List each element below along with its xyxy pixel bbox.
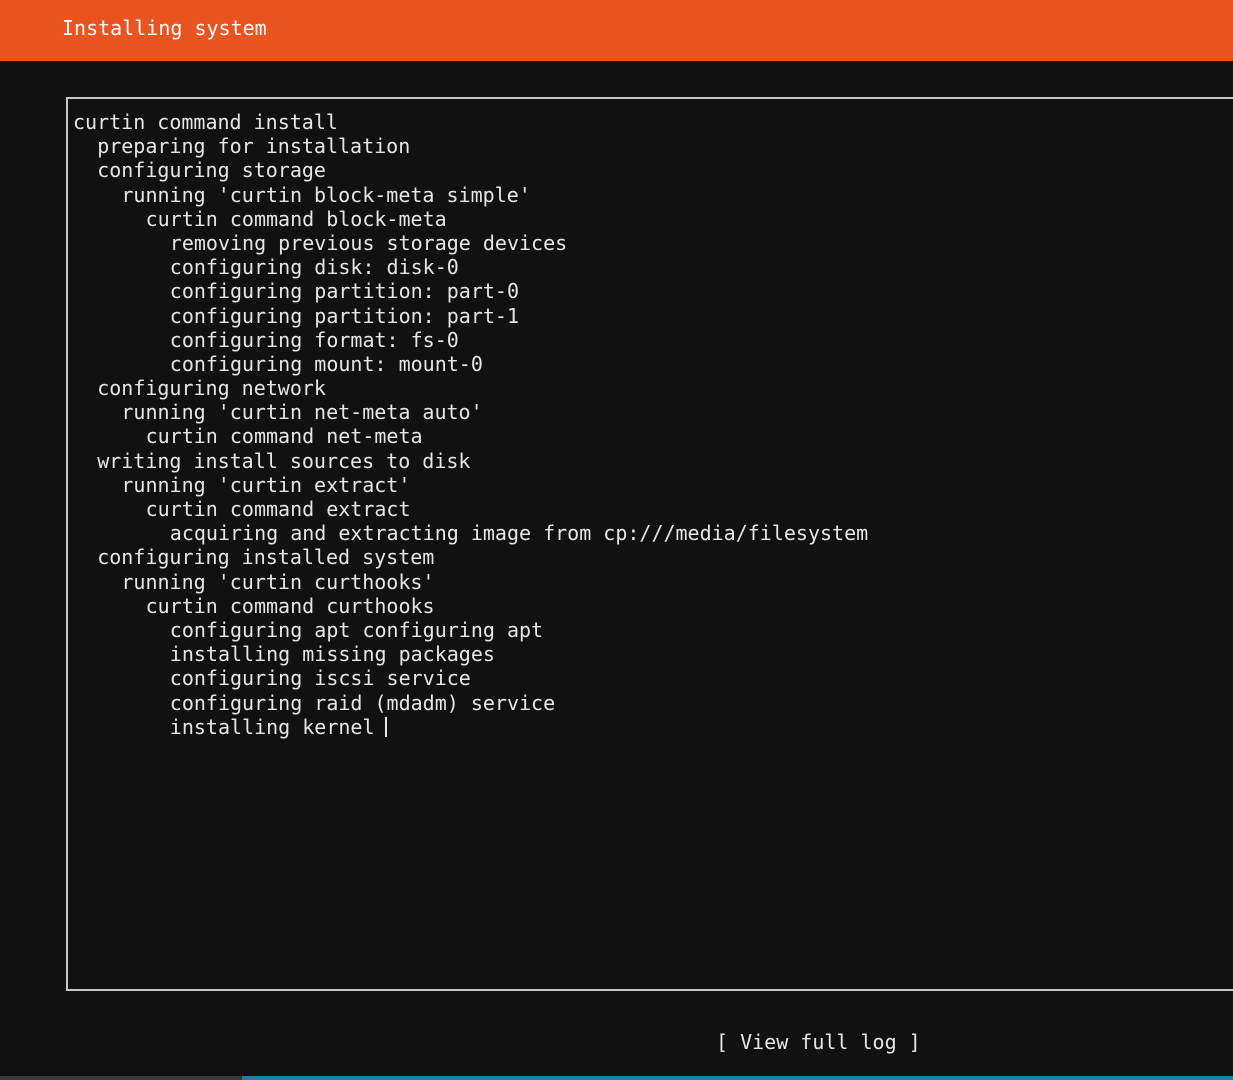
log-line: configuring format: fs-0 xyxy=(73,328,868,352)
log-line: curtin command extract xyxy=(73,497,868,521)
log-line-text: curtin command install xyxy=(73,110,338,134)
log-line: configuring disk: disk-0 xyxy=(73,255,868,279)
log-line: configuring raid (mdadm) service xyxy=(73,691,868,715)
log-line: configuring mount: mount-0 xyxy=(73,352,868,376)
page-title: Installing system xyxy=(62,16,267,40)
log-line-text: configuring storage xyxy=(97,158,326,183)
log-line: configuring iscsi service xyxy=(73,666,868,690)
log-line: writing install sources to disk xyxy=(73,449,868,473)
log-line: curtin command net-meta xyxy=(73,424,868,448)
log-line-text: configuring iscsi service xyxy=(169,666,471,691)
log-line-text: configuring partition: part-1 xyxy=(169,303,519,328)
log-line: preparing for installation xyxy=(73,134,868,158)
log-line-text: curtin command extract xyxy=(145,497,411,521)
log-line: installing missing packages xyxy=(73,642,868,666)
footer-strip-right xyxy=(242,1076,1233,1080)
progress-spinner-icon xyxy=(384,716,387,737)
log-line-text: configuring partition: part-0 xyxy=(169,279,519,304)
log-line: running 'curtin block-meta simple' xyxy=(73,183,868,207)
log-line: curtin command install xyxy=(73,110,868,134)
log-line: running 'curtin curthooks' xyxy=(73,570,868,594)
log-line: configuring partition: part-0 xyxy=(73,279,868,303)
install-log-list: curtin command install preparing for inst… xyxy=(73,110,868,739)
log-line-text: curtin command net-meta xyxy=(145,424,423,449)
log-line-text: configuring raid (mdadm) service xyxy=(169,690,556,715)
log-line-text: installing kernel xyxy=(169,714,375,739)
log-line-text: acquiring and extracting image from cp:/… xyxy=(169,521,869,546)
log-line-text: configuring disk: disk-0 xyxy=(169,255,459,280)
install-log-panel: curtin command install preparing for inst… xyxy=(66,97,1233,991)
log-line: curtin command curthooks xyxy=(73,594,868,618)
log-line: curtin command block-meta xyxy=(73,207,868,231)
log-line: acquiring and extracting image from cp:/… xyxy=(73,521,868,545)
log-line: configuring storage xyxy=(73,158,868,182)
log-line: configuring installed system xyxy=(73,545,868,569)
log-line-text: configuring installed system xyxy=(97,545,435,570)
log-line-text: configuring format: fs-0 xyxy=(169,327,459,352)
log-line: configuring network xyxy=(73,376,868,400)
log-line: configuring partition: part-1 xyxy=(73,304,868,328)
log-line-text: installing missing packages xyxy=(169,642,495,667)
log-line-text: writing install sources to disk xyxy=(97,448,471,473)
log-line-text: configuring network xyxy=(97,376,326,401)
log-line-text: removing previous storage devices xyxy=(169,230,568,255)
footer-strip-left xyxy=(0,1076,242,1080)
header-bar: Installing system xyxy=(0,0,1233,61)
log-line-text: curtin command curthooks xyxy=(145,593,435,618)
log-line-text: curtin command block-meta xyxy=(145,206,447,231)
log-line: removing previous storage devices xyxy=(73,231,868,255)
log-line-text: running 'curtin net-meta auto' xyxy=(121,400,483,425)
log-line: configuring apt configuring apt xyxy=(73,618,868,642)
log-line-text: preparing for installation xyxy=(97,134,411,159)
log-line-text: running 'curtin block-meta simple' xyxy=(121,182,531,207)
log-line-text: running 'curtin curthooks' xyxy=(121,569,435,594)
log-line: running 'curtin net-meta auto' xyxy=(73,400,868,424)
log-line-text: configuring apt configuring apt xyxy=(169,617,544,642)
log-line-text: configuring mount: mount-0 xyxy=(169,351,483,376)
log-line: running 'curtin extract' xyxy=(73,473,868,497)
log-line-text: running 'curtin extract' xyxy=(121,472,411,497)
log-line: installing kernel xyxy=(73,715,868,739)
view-full-log-button[interactable]: [ View full log ] xyxy=(716,1028,921,1056)
